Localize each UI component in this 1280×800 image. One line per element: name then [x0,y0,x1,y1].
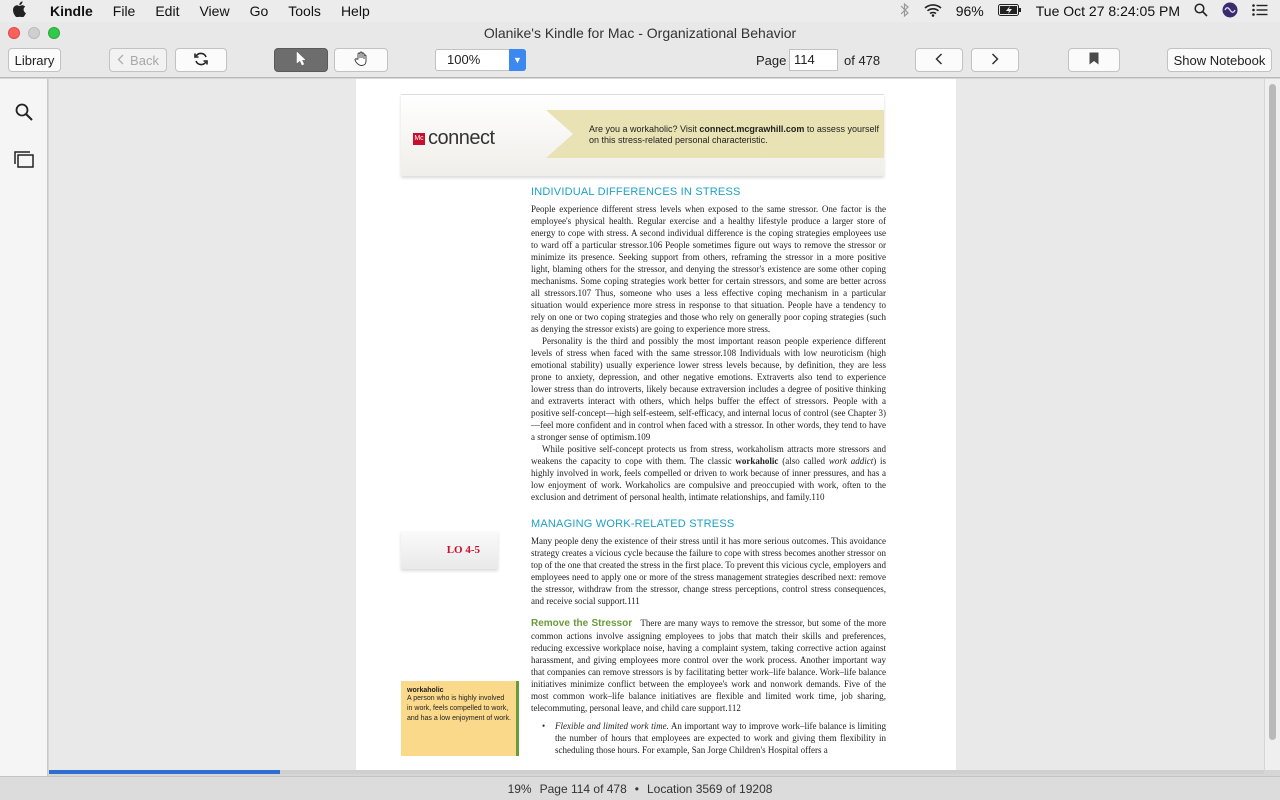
bookmark-button[interactable] [1068,48,1120,72]
page-number-value: 114 [794,52,815,67]
show-notebook-button[interactable]: Show Notebook [1167,48,1272,72]
section-individual-differences: INDIVIDUAL DIFFERENCES IN STRESS People … [531,186,886,503]
mcgraw-hill-logo-icon: Mc [413,132,425,145]
banner-text-prefix: Are you a workaholic? Visit [589,124,700,134]
window-minimize-button[interactable] [28,27,40,39]
hand-tool-button[interactable] [334,48,388,72]
page-label: Page [756,53,787,68]
notification-center-icon[interactable] [1252,3,1268,19]
window-zoom-button[interactable] [48,27,60,39]
show-notebook-label: Show Notebook [1173,52,1266,68]
bluetooth-icon[interactable] [900,2,910,21]
paragraph: People experience different stress level… [531,204,886,334]
paragraph: While positive self-concept protects us … [531,443,886,503]
zoom-select[interactable]: 100% ▼ [435,49,526,71]
reading-pane[interactable]: Mc connect Are you a workaholic? Visit c… [49,79,1264,770]
menu-app-name[interactable]: Kindle [40,3,103,19]
definition-term: workaholic [407,687,444,694]
hand-icon [354,51,368,69]
banner-text: Are you a workaholic? Visit connect.mcgr… [589,124,879,146]
window-close-button[interactable] [8,27,20,39]
italic-term: work addict [828,456,874,466]
previous-page-button[interactable] [915,48,963,72]
chevron-down-icon[interactable]: ▼ [509,49,526,71]
clock[interactable]: Tue Oct 27 8:24:05 PM [1036,3,1180,19]
scrollbar-thumb[interactable] [1269,84,1276,740]
next-page-button[interactable] [971,48,1019,72]
menu-go[interactable]: Go [240,3,279,19]
cursor-arrow-icon [296,51,306,69]
back-chevron-icon [117,53,124,68]
banner-link[interactable]: connect.mcgrawhill.com [699,124,804,134]
paragraph: Many people deny the existence of their … [531,536,886,606]
chevron-left-icon [935,52,943,68]
sync-button[interactable] [175,48,227,72]
bookmark-icon [1089,52,1099,68]
text-run: There are many ways to remove the stress… [531,618,886,713]
reading-progress-fill [49,770,280,774]
apple-menu-icon[interactable] [0,1,40,21]
flashcards-icon[interactable] [14,151,34,173]
status-page: Page 114 of 478 [539,781,627,796]
subheading: Remove the Stressor [531,618,633,629]
connect-logo-text: connect [428,127,495,149]
select-tool-button[interactable] [274,48,328,72]
section-managing-stress: MANAGING WORK-RELATED STRESS Many people… [531,518,886,756]
window-title: Olanike's Kindle for Mac - Organizationa… [483,25,797,41]
definition-text: A person who is highly involved in work,… [407,695,511,722]
reading-progress-bar[interactable] [49,770,1264,774]
learning-objective-badge: LO 4-5 [401,531,498,569]
connect-banner: Mc connect Are you a workaholic? Visit c… [401,94,884,176]
book-page: Mc connect Are you a workaholic? Visit c… [356,79,956,770]
page-total: of 478 [844,53,881,68]
back-button[interactable]: Back [109,48,167,72]
menu-file[interactable]: File [103,3,146,19]
bullet-lead: Flexible and limited work time. [555,721,669,731]
page-number-input[interactable]: 114 [789,49,838,71]
back-button-label: Back [130,52,159,68]
connect-logo: Mc connect [413,127,495,150]
battery-icon[interactable] [997,3,1022,19]
menu-view[interactable]: View [189,3,239,19]
section-heading: MANAGING WORK-RELATED STRESS [531,518,735,530]
left-sidebar [0,79,48,776]
status-location: Location 3569 of 19208 [646,781,773,796]
chevron-right-icon [991,52,999,68]
battery-percent: 96% [955,3,984,19]
status-separator: • [634,781,639,796]
paragraph: Personality is the third and possibly th… [531,336,886,442]
learning-objective-label: LO 4-5 [446,544,480,556]
section-heading: INDIVIDUAL DIFFERENCES IN STRESS [531,186,741,198]
search-icon[interactable] [15,103,33,126]
menu-bar: Kindle File Edit View Go Tools Help 96% … [0,0,1280,22]
menu-help[interactable]: Help [331,3,380,19]
menu-edit[interactable]: Edit [145,3,189,19]
sync-icon [193,51,209,70]
menu-tools[interactable]: Tools [278,3,331,19]
text-run: (also called [778,456,829,466]
siri-icon[interactable] [1222,2,1238,21]
bullet-item: Flexible and limited work time. An impor… [531,720,886,756]
wifi-icon[interactable] [924,3,942,20]
library-button[interactable]: Library [8,48,61,72]
library-button-label: Library [14,52,55,68]
window-titlebar: Olanike's Kindle for Mac - Organizationa… [0,22,1280,44]
zoom-value: 100% [447,52,481,67]
toolbar: Library Back Show Notebook [0,44,1280,78]
key-term: workaholic [735,456,779,466]
paragraph: Remove the Stressor There are many ways … [531,617,886,714]
spotlight-search-icon[interactable] [1194,2,1208,20]
status-percent: 19% [507,781,532,796]
definition-box: workaholic A person who is highly involv… [401,681,519,756]
status-bar: 19% Page 114 of 478 • Location 3569 of 1… [0,776,1280,800]
